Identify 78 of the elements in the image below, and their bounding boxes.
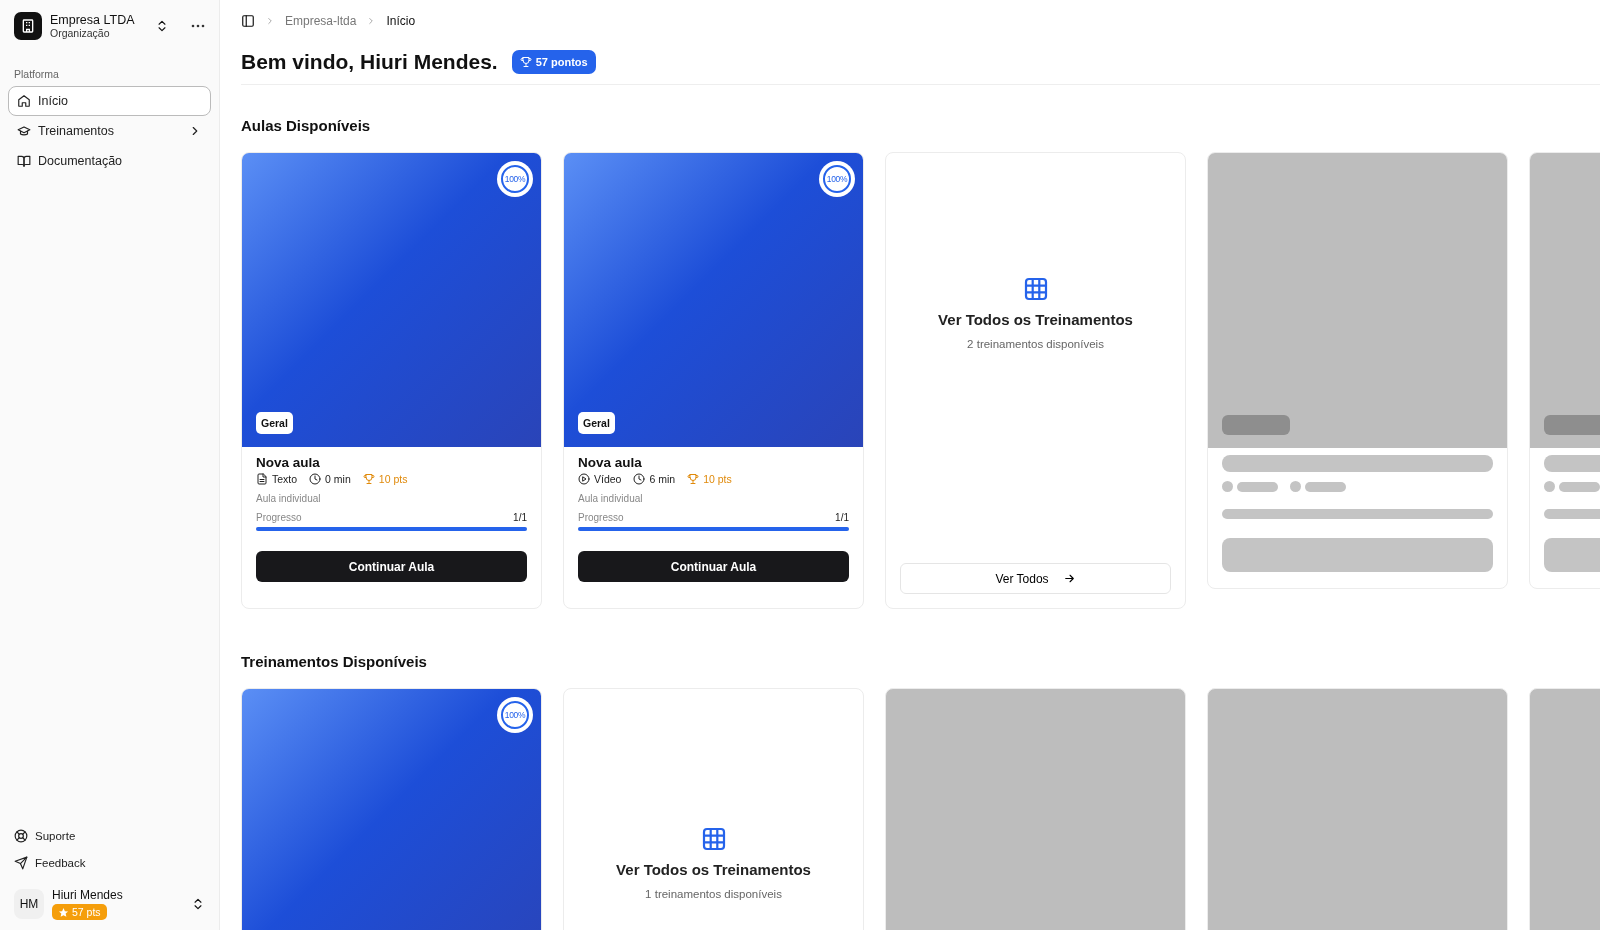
grid-icon xyxy=(1023,276,1048,301)
progress-label: Progresso xyxy=(256,512,302,523)
page-title: Bem vindo, Hiuri Mendes. xyxy=(241,50,498,74)
building-icon xyxy=(14,12,42,40)
sidebar-label: Treinamentos xyxy=(38,124,115,138)
book-icon xyxy=(17,154,31,168)
sidebar-toggle-icon xyxy=(241,14,255,28)
document-icon xyxy=(256,473,268,485)
points-label: 10 pts xyxy=(703,473,732,485)
card-title: Nova aula xyxy=(256,455,321,470)
send-icon xyxy=(14,855,28,870)
points-badge: 57 pontos xyxy=(511,50,596,74)
sidebar-item[interactable]: Treinamentos xyxy=(8,116,211,146)
card-title: Ver Todos os Treinamentos xyxy=(938,310,1133,328)
skeleton-bar xyxy=(1237,481,1278,492)
skeleton-bar xyxy=(1305,481,1346,492)
sidebar-item[interactable]: Início xyxy=(8,86,211,116)
skeleton-dot xyxy=(1222,481,1233,492)
home-icon xyxy=(17,94,31,108)
category-tag: Geral xyxy=(256,412,293,434)
points-label: 10 pts xyxy=(378,473,408,485)
clock-icon xyxy=(309,473,322,485)
play-icon xyxy=(578,473,590,485)
section-title: Aulas Disponíveis xyxy=(241,117,372,134)
view-all-card[interactable]: Ver Todos os Treinamentos 1 treinamentos disponíveis xyxy=(563,688,864,930)
skeleton-dot xyxy=(1544,481,1555,492)
more-icon[interactable] xyxy=(191,24,205,28)
arrow-right-icon xyxy=(1062,572,1076,585)
skeleton-bar xyxy=(1559,481,1600,492)
continue-button[interactable]: Continuar Aula xyxy=(578,551,849,582)
view-all-card[interactable]: Ver Todos os Treinamentos 2 treinamentos disponíveis Ver Todos xyxy=(885,152,1186,609)
trophy-icon xyxy=(519,56,532,68)
trophy-icon xyxy=(687,473,700,485)
progress-label: Progresso xyxy=(578,512,624,523)
footer-link[interactable]: Feedback xyxy=(35,856,86,869)
footer-link[interactable]: Suporte xyxy=(35,829,76,842)
lesson-card[interactable]: 100% Geral Nova aula Texto 0 min 10 pts Aula individual Progresso 1/1 Continuar Aula xyxy=(241,152,542,609)
sidebar-label: Documentação xyxy=(38,154,124,168)
user-name: Hiuri Mendes xyxy=(52,888,123,902)
card-subtitle: 2 treinamentos disponíveis xyxy=(967,337,1104,350)
skeleton-dot xyxy=(1290,481,1301,492)
sidebar-item[interactable]: Documentação xyxy=(8,146,211,176)
format-label: Vídeo xyxy=(594,473,622,485)
org-subtitle: Organização xyxy=(50,27,111,39)
card-subtitle: 1 treinamentos disponíveis xyxy=(645,888,782,900)
chevron-right-icon xyxy=(265,16,275,26)
lifebuoy-icon xyxy=(14,828,28,843)
duration-label: 0 min xyxy=(325,473,351,485)
breadcrumb-item: Início xyxy=(386,14,416,28)
category-tag: Geral xyxy=(578,412,615,434)
skeleton-tag xyxy=(1544,415,1600,435)
org-name: Empresa LTDA xyxy=(50,13,136,27)
card-title: Nova aula xyxy=(578,455,643,470)
graduation-cap-icon xyxy=(17,124,31,138)
format-label: Texto xyxy=(272,473,298,485)
card-title: Ver Todos os Treinamentos xyxy=(616,861,811,878)
progress-badge: 100% xyxy=(501,165,529,193)
progress-count: 1/1 xyxy=(513,512,527,523)
group-label: Platforma xyxy=(14,68,60,80)
breadcrumb-item[interactable]: Empresa-ltda xyxy=(285,14,357,28)
progress-badge: 100% xyxy=(823,165,851,193)
duration-label: 6 min xyxy=(649,473,676,485)
sidebar-label: Início xyxy=(38,94,69,108)
continue-button[interactable]: Continuar Aula xyxy=(256,551,527,582)
skeleton-tag xyxy=(1222,415,1290,435)
progress-badge: 100% xyxy=(501,701,529,729)
section-title: Treinamentos Disponíveis xyxy=(241,653,428,670)
trophy-icon xyxy=(362,473,375,485)
clock-icon xyxy=(633,473,646,485)
grid-icon xyxy=(701,827,726,851)
view-all-button[interactable]: Ver Todos xyxy=(900,563,1171,594)
lesson-card[interactable]: 100% Geral Nova aula Vídeo 6 min 10 pts Aula individual Progresso 1/1 Continuar Aula xyxy=(563,152,864,609)
card-subtitle: Aula individual xyxy=(578,493,644,504)
lesson-card[interactable]: 100% xyxy=(241,688,542,930)
card-subtitle: Aula individual xyxy=(256,493,322,504)
user-avatar: HM xyxy=(14,889,44,919)
progress-count: 1/1 xyxy=(835,512,849,523)
points-badge: 57 pts xyxy=(52,904,107,920)
